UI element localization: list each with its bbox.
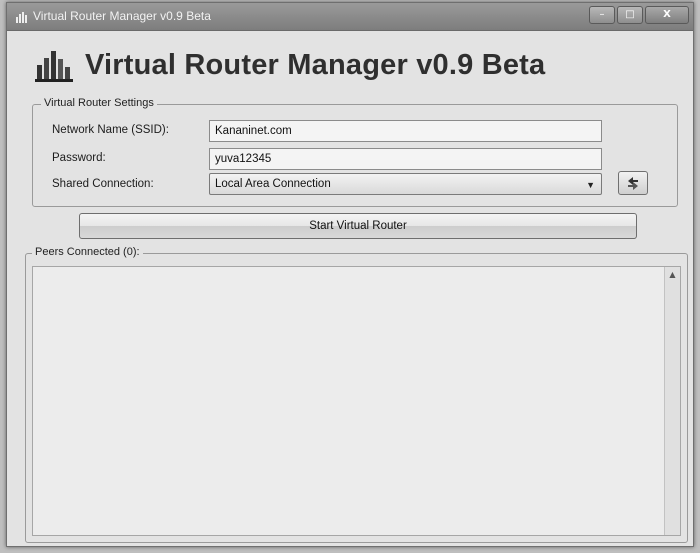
window-controls: – □ X [589,6,689,24]
router-logo-icon [35,51,73,82]
app-header: Virtual Router Manager v0.9 Beta [7,31,693,91]
shared-connection-label: Shared Connection: [52,178,154,190]
maximize-button[interactable]: □ [617,6,643,24]
close-button[interactable]: X [645,6,689,24]
password-input[interactable]: yuva12345 [209,148,602,170]
refresh-icon [628,177,638,190]
refresh-connections-button[interactable] [618,171,648,195]
settings-group-label: Virtual Router Settings [41,97,157,109]
router-settings-group: Virtual Router Settings Network Name (SS… [32,97,678,207]
password-label: Password: [52,152,106,164]
peers-scrollbar[interactable]: ▲ [664,267,680,535]
app-icon [16,12,27,23]
app-window: Virtual Router Manager v0.9 Beta – □ X V… [6,2,694,547]
start-virtual-router-button[interactable]: Start Virtual Router [79,213,637,239]
window-title: Virtual Router Manager v0.9 Beta [33,9,211,23]
chevron-down-icon: ▼ [586,180,595,190]
title-bar[interactable]: Virtual Router Manager v0.9 Beta – □ X [7,3,693,31]
ssid-input[interactable]: Kananinet.com [209,120,602,142]
peers-connected-label: Peers Connected (0): [32,246,143,258]
scroll-up-icon[interactable]: ▲ [665,267,680,283]
shared-connection-select[interactable]: Local Area Connection ▼ [209,173,602,195]
minimize-button[interactable]: – [589,6,615,24]
app-title: Virtual Router Manager v0.9 Beta [85,49,546,81]
peers-group: Peers Connected (0): ▲ [25,246,688,543]
shared-connection-value: Local Area Connection [215,178,331,190]
peers-list[interactable]: ▲ [32,266,681,536]
ssid-label: Network Name (SSID): [52,124,169,136]
